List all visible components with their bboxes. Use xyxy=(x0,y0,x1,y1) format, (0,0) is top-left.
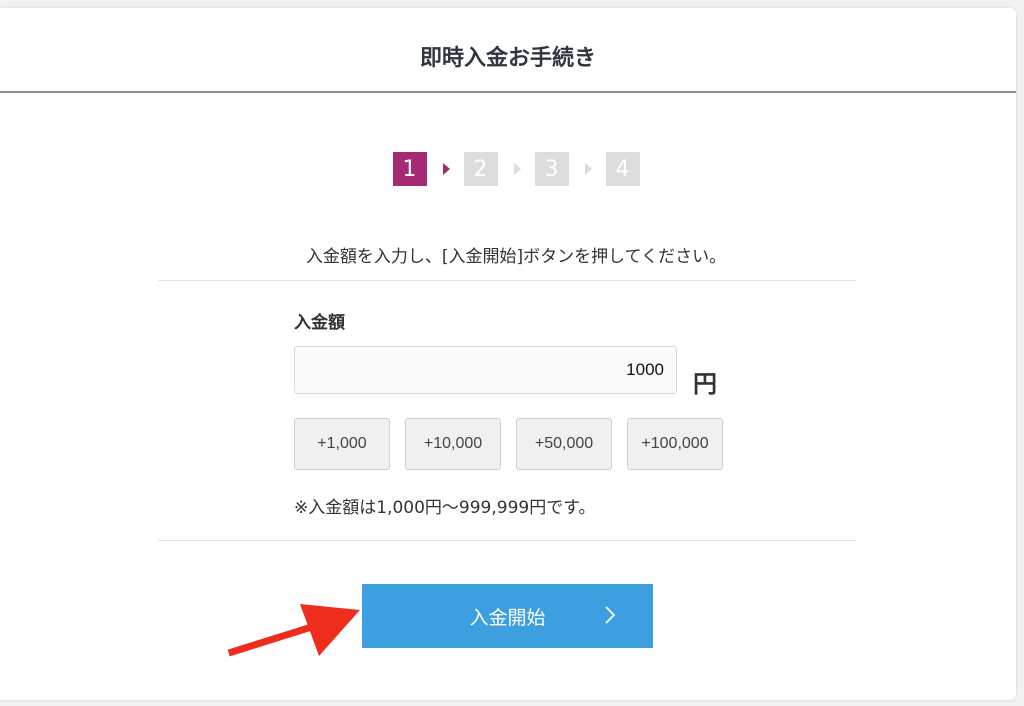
deposit-card: 即時入金お手続き 1 2 3 4 入金額を入力し、[入金開始]ボタンを押してくだ… xyxy=(0,8,1016,700)
quick-amount-buttons: +1,000 +10,000 +50,000 +100,000 xyxy=(294,418,723,470)
amount-input[interactable] xyxy=(294,346,677,394)
red-arrow-icon xyxy=(227,604,360,657)
amount-range-note: ※入金額は1,000円〜999,999円です。 xyxy=(294,498,596,518)
step-arrow-icon xyxy=(584,163,592,175)
step-1: 1 xyxy=(392,152,427,186)
add-1000-button[interactable]: +1,000 xyxy=(294,418,390,470)
chevron-right-icon xyxy=(605,606,616,624)
divider xyxy=(158,540,856,541)
amount-label: 入金額 xyxy=(294,313,345,333)
start-deposit-button[interactable]: 入金開始 xyxy=(362,584,653,648)
start-deposit-label: 入金開始 xyxy=(469,607,546,629)
step-3: 3 xyxy=(534,152,569,186)
card-header: 即時入金お手続き xyxy=(0,8,1016,93)
step-4: 4 xyxy=(605,152,640,186)
step-2: 2 xyxy=(463,152,498,186)
currency-unit: 円 xyxy=(693,370,717,398)
step-indicator: 1 2 3 4 xyxy=(8,152,1016,186)
step-arrow-icon xyxy=(513,163,521,175)
add-50000-button[interactable]: +50,000 xyxy=(516,418,612,470)
page-title: 即時入金お手続き xyxy=(419,45,596,71)
step-arrow-icon xyxy=(442,163,450,175)
add-100000-button[interactable]: +100,000 xyxy=(627,418,723,470)
instruction-text: 入金額を入力し、[入金開始]ボタンを押してください。 xyxy=(305,247,727,267)
divider xyxy=(158,280,856,281)
add-10000-button[interactable]: +10,000 xyxy=(405,418,501,470)
